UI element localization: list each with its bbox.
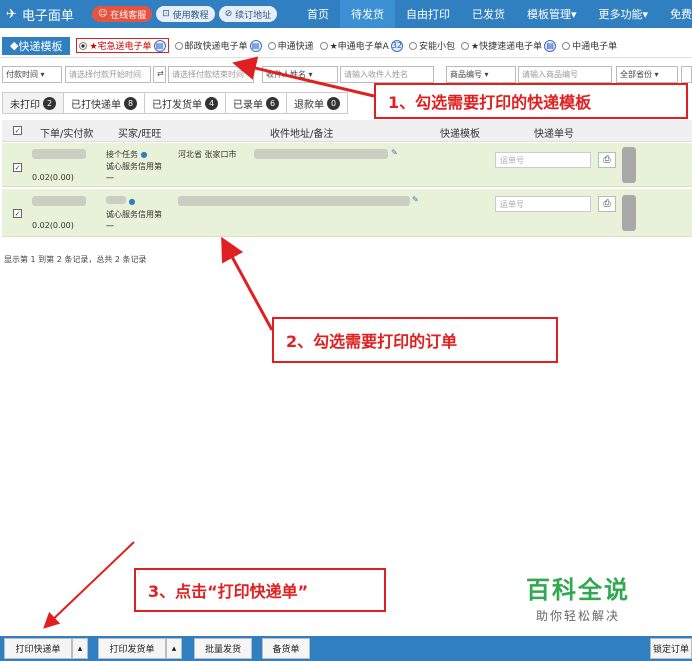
- stock-list-button[interactable]: 备货单: [262, 638, 310, 659]
- print-express-dropdown[interactable]: ▴: [72, 638, 88, 659]
- annotation-arrows: [43, 56, 375, 629]
- arrow-step-2: [221, 236, 274, 331]
- watermark-subtitle: 助你轻松解决: [535, 609, 620, 623]
- watermark: 百科全说 助你轻松解决: [508, 570, 648, 624]
- watermark-title: 百科全说: [526, 576, 630, 604]
- print-express-button[interactable]: 打印快递单: [4, 638, 72, 659]
- lock-order-button[interactable]: 锁定订单: [650, 638, 692, 659]
- bottom-toolbar: 打印快递单 ▴ 打印发货单 ▴ 批量发货 备货单 锁定订单: [0, 636, 692, 661]
- arrow-step-3: [43, 541, 135, 629]
- batch-ship-button[interactable]: 批量发货: [194, 638, 252, 659]
- arrow-step-1: [232, 56, 375, 98]
- print-delivery-dropdown[interactable]: ▴: [166, 638, 182, 659]
- print-delivery-button[interactable]: 打印发货单: [98, 638, 166, 659]
